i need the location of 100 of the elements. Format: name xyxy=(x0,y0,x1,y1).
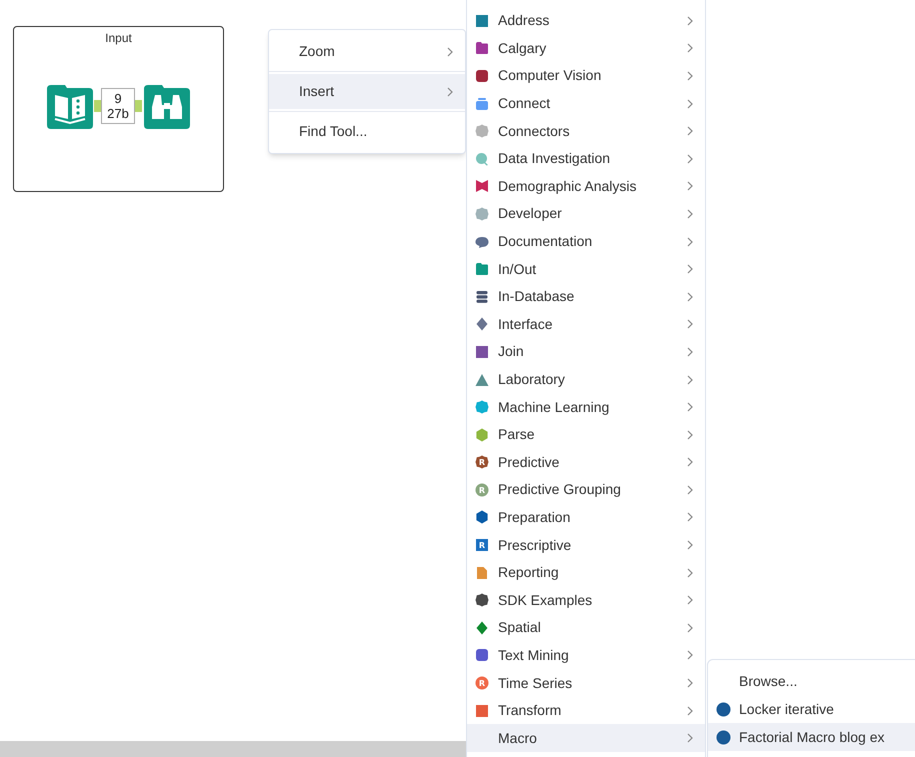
chevron-icon xyxy=(687,678,693,688)
chevron-icon xyxy=(687,484,693,495)
menu-item[interactable]: Locker iterative xyxy=(708,695,915,723)
menu-item-label: Browse... xyxy=(739,672,798,690)
menu-item[interactable]: Transform xyxy=(467,696,705,724)
menu-item[interactable]: Interface xyxy=(467,310,705,338)
menu-item[interactable]: Factorial Macro blog ex xyxy=(708,723,915,751)
menu-item-label: Transform xyxy=(498,701,562,720)
menu-item[interactable]: R Predictive Grouping xyxy=(467,476,705,504)
menu-item-label: Developer xyxy=(498,204,563,224)
menu-item-label: Interface xyxy=(498,314,554,334)
menu-item-label: Macro xyxy=(498,728,538,748)
chevron-icon xyxy=(687,16,693,26)
chevron-icon xyxy=(687,346,693,357)
menu-item[interactable]: R Time Series xyxy=(467,669,705,697)
category-icon: R xyxy=(475,455,489,470)
menu-item[interactable]: Browse... xyxy=(708,667,915,695)
menu-item-label: Spatial xyxy=(498,618,542,638)
book-tool-icon[interactable] xyxy=(47,83,93,129)
menu-item-label: Predictive Grouping xyxy=(498,480,622,500)
category-icon: R xyxy=(475,482,489,497)
menu-item[interactable]: R Predictive xyxy=(467,448,705,476)
menu-item[interactable]: SDK Examples xyxy=(467,586,705,614)
category-icon: R xyxy=(475,538,489,552)
chevron-icon xyxy=(687,430,693,440)
menu-item[interactable]: Calgary xyxy=(467,34,705,62)
menu-item[interactable]: Preparation xyxy=(467,504,705,532)
chevron-icon xyxy=(687,706,693,716)
binoculars-tool-icon[interactable] xyxy=(144,83,190,129)
chevron-icon xyxy=(687,43,693,54)
category-icon: R xyxy=(475,676,489,690)
menu-item-label: Connect xyxy=(498,94,552,114)
menu-item-label: Computer Vision xyxy=(498,66,602,86)
menu-item[interactable]: Computer Vision xyxy=(467,62,705,90)
chevron-icon xyxy=(687,319,693,330)
chevron-icon xyxy=(687,622,693,633)
chevron-icon xyxy=(687,126,693,136)
menu-item[interactable]: R Prescriptive xyxy=(467,531,705,559)
menu-item-label: Locker iterative xyxy=(739,700,834,718)
chevron-icon xyxy=(447,46,453,56)
output-anchor[interactable] xyxy=(94,100,101,112)
menu-item-label: Prescriptive xyxy=(498,536,572,555)
chevron-icon xyxy=(687,292,693,302)
menu-item-label: In/Out xyxy=(498,260,538,279)
menu-item[interactable]: Demographic Analysis xyxy=(467,172,705,200)
macro-icon xyxy=(716,702,731,716)
menu-item[interactable]: Reporting xyxy=(467,558,705,586)
menu-item-label: Preparation xyxy=(498,508,572,527)
menu-item-label: Demographic Analysis xyxy=(498,176,638,196)
menu-item[interactable]: Insert xyxy=(269,74,465,109)
chevron-icon xyxy=(687,374,693,385)
menu-item[interactable]: Connectors xyxy=(467,117,705,145)
chevron-icon xyxy=(687,98,693,109)
menu-item[interactable]: Documentation xyxy=(467,228,705,256)
menu-item-label: Time Series xyxy=(498,674,574,693)
chevron-icon xyxy=(687,512,693,522)
menu-item[interactable]: Connect xyxy=(467,90,705,118)
chevron-icon xyxy=(687,70,693,81)
menu-item[interactable]: Laboratory xyxy=(467,366,705,394)
chevron-icon xyxy=(687,733,693,744)
menu-item-label: Predictive xyxy=(498,452,560,472)
menu-item[interactable]: Join xyxy=(467,338,705,366)
menu-item-label: SDK Examples xyxy=(498,590,594,610)
chevron-icon xyxy=(687,568,693,578)
menu-item-label: Parse xyxy=(498,425,536,444)
menu-item-label: Factorial Macro blog ex xyxy=(739,728,885,747)
menu-item-label: Laboratory xyxy=(498,370,566,390)
chevron-icon xyxy=(687,650,693,660)
menu-item-label: Connectors xyxy=(498,122,571,141)
chevron-icon xyxy=(687,540,693,550)
menu-item-label: In-Database xyxy=(498,287,576,306)
chevron-icon xyxy=(687,457,693,468)
chevron-icon xyxy=(687,402,693,412)
menu-item[interactable]: Zoom xyxy=(269,34,465,69)
chevron-icon xyxy=(447,86,453,96)
menu-item[interactable]: Address xyxy=(467,7,705,35)
container-box[interactable]: Input 9 27b xyxy=(13,26,224,192)
macro-icon xyxy=(716,730,731,744)
menu-item[interactable]: Find Tool... xyxy=(269,114,465,149)
menu-item[interactable]: In/Out xyxy=(467,255,705,283)
menu-item[interactable]: Spatial xyxy=(467,614,705,642)
menu-item[interactable]: Developer xyxy=(467,200,705,228)
chevron-icon xyxy=(687,236,693,247)
menu-item[interactable]: Parse xyxy=(467,420,705,448)
menu-item-label: Reporting xyxy=(498,563,560,582)
menu-item[interactable]: In-Database xyxy=(467,282,705,311)
menu-item[interactable]: Machine Learning xyxy=(467,393,705,421)
menu-item-label: Machine Learning xyxy=(498,398,610,417)
container-title: Input xyxy=(105,30,132,47)
menu-item-label: Calgary xyxy=(498,38,548,58)
menu-item-label: Documentation xyxy=(498,232,594,252)
menu-item[interactable]: Text Mining xyxy=(467,642,705,670)
menu-item[interactable]: Data Investigation xyxy=(467,144,705,173)
input-anchor[interactable] xyxy=(135,100,142,112)
menu-item-label: Text Mining xyxy=(498,646,570,665)
chevron-icon xyxy=(687,208,693,219)
menu-item-label: Join xyxy=(498,342,525,362)
chevron-icon xyxy=(687,595,693,606)
data-size: 27b xyxy=(107,106,129,121)
menu-item[interactable]: Macro xyxy=(467,724,705,752)
